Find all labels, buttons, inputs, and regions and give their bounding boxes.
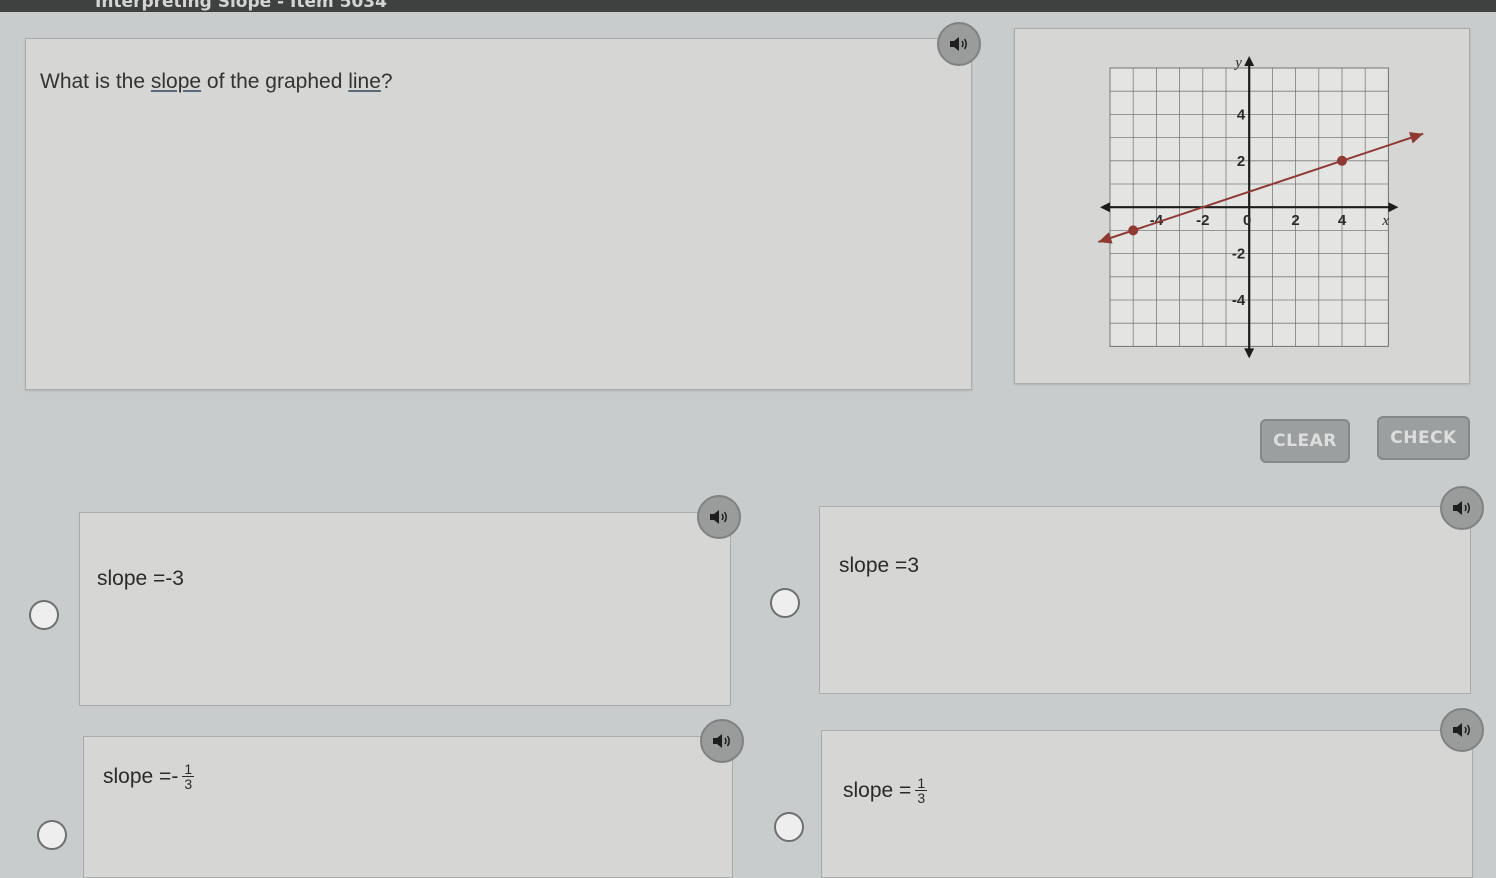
answer-b-label: slope = 3 <box>839 554 919 578</box>
question-middle: of the graphed <box>201 70 349 93</box>
answer-b-value: 3 <box>907 554 919 577</box>
speaker-icon <box>950 37 967 51</box>
answer-c-label: slope = - 1 3 <box>103 761 195 792</box>
answer-d-numerator: 1 <box>915 775 928 791</box>
answer-b-prefix: slope = <box>839 554 908 577</box>
answer-choice-c[interactable] <box>83 736 733 878</box>
x-axis-label: x <box>1381 213 1389 229</box>
question-speaker-button[interactable] <box>937 22 981 66</box>
answer-a-label: slope = -3 <box>97 567 184 591</box>
y-axis-label: y <box>1233 55 1242 71</box>
answer-a-prefix: slope = <box>97 567 166 590</box>
speaker-icon <box>710 510 727 524</box>
x-axis-arrow-left <box>1100 202 1110 213</box>
question-prefix: What is the <box>40 70 151 93</box>
question-text: What is the slope of the graphed line? <box>40 70 393 94</box>
title-bar: Interpreting Slope - Item 5034 <box>0 0 1496 12</box>
coordinate-graph: -4 -2 0 2 442-2-4xy <box>1098 55 1424 359</box>
answer-a-value: -3 <box>165 567 184 590</box>
answer-d-radio[interactable] <box>774 812 804 842</box>
x-axis-arrow-right <box>1388 202 1399 213</box>
clear-button[interactable]: CLEAR <box>1260 419 1350 463</box>
answer-c-speaker-button[interactable] <box>700 719 744 763</box>
x-tick-label: -2 <box>1196 212 1209 229</box>
x-tick-label: 2 <box>1291 212 1299 229</box>
window-title: Interpreting Slope - Item 5034 <box>95 0 387 12</box>
answer-c-sign: - <box>171 764 179 788</box>
answer-b-radio[interactable] <box>770 588 800 618</box>
data-point <box>1128 225 1139 236</box>
x-tick-label: 0 <box>1243 212 1251 229</box>
answer-c-radio[interactable] <box>37 820 67 850</box>
y-tick-label: -2 <box>1232 246 1245 263</box>
speaker-icon <box>1453 723 1470 737</box>
answer-c-prefix: slope = <box>103 764 172 788</box>
answer-d-label: slope = 1 3 <box>843 775 928 806</box>
x-tick-label: 4 <box>1338 212 1347 229</box>
answer-c-fraction: 1 3 <box>182 761 195 792</box>
answer-d-speaker-button[interactable] <box>1440 708 1484 752</box>
y-tick-label: 4 <box>1237 106 1246 123</box>
answer-choice-b[interactable] <box>819 506 1471 694</box>
answer-c-numerator: 1 <box>182 761 195 777</box>
glossary-link-slope[interactable]: slope <box>151 70 201 93</box>
y-axis-arrow-down <box>1244 348 1255 359</box>
question-suffix: ? <box>380 70 393 93</box>
question-panel: What is the slope of the graphed line? <box>25 38 972 390</box>
y-tick-label: -4 <box>1232 292 1246 309</box>
check-button[interactable]: CHECK <box>1377 416 1470 460</box>
answer-c-denominator: 3 <box>184 776 193 792</box>
line-arrow-right <box>1408 132 1424 144</box>
answer-d-denominator: 3 <box>917 790 926 806</box>
answer-d-fraction: 1 3 <box>915 775 928 806</box>
data-point <box>1337 155 1347 166</box>
answer-b-speaker-button[interactable] <box>1440 486 1484 530</box>
answer-d-prefix: slope = <box>843 778 912 802</box>
speaker-icon <box>1453 501 1470 515</box>
glossary-link-line[interactable]: line <box>348 70 381 93</box>
y-axis-arrow-up <box>1244 56 1255 66</box>
speaker-icon <box>713 734 730 748</box>
answer-a-speaker-button[interactable] <box>697 495 741 539</box>
answer-a-radio[interactable] <box>29 600 59 630</box>
y-tick-label: 2 <box>1237 153 1245 170</box>
answer-choice-a[interactable] <box>79 512 731 706</box>
